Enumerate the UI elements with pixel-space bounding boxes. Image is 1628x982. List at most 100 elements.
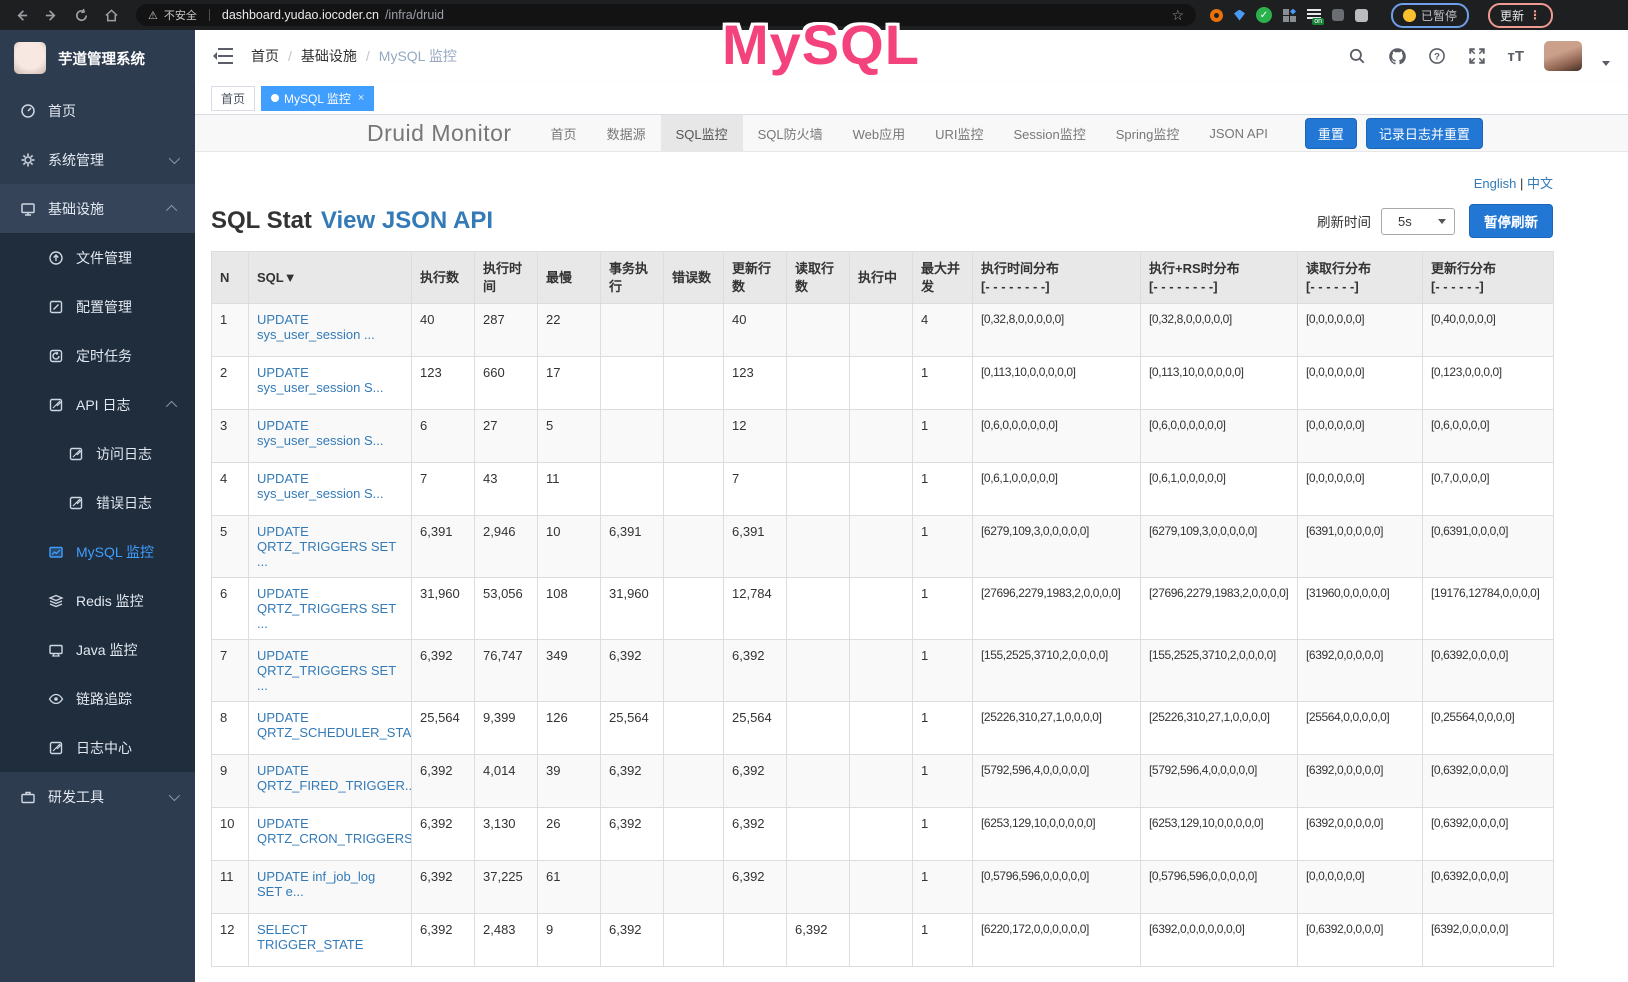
druid-nav-home[interactable]: 首页	[536, 115, 592, 151]
column-header-14[interactable]: 更新行分布[- - - - - -]	[1423, 252, 1554, 304]
druid-nav-datasource[interactable]: 数据源	[592, 115, 661, 151]
column-header-12[interactable]: 执行+RS时分布[- - - - - - - -]	[1141, 252, 1298, 304]
cell-dist_upd: [0,7,0,0,0,0]	[1423, 463, 1554, 516]
sidebar-item-mysql-monitor[interactable]: MySQL 监控	[0, 527, 195, 576]
reload-icon[interactable]	[68, 4, 94, 26]
extension-gem-icon[interactable]	[1234, 10, 1245, 21]
cell-read	[787, 755, 850, 808]
sidebar-item-label: 配置管理	[76, 297, 132, 317]
search-icon[interactable]	[1347, 46, 1367, 66]
druid-nav-sql-monitor[interactable]: SQL监控	[661, 115, 743, 151]
sql-link[interactable]: UPDATE QRTZ_FIRED_TRIGGER...	[257, 763, 412, 793]
sql-link[interactable]: UPDATE QRTZ_SCHEDULER_STA...	[257, 710, 412, 740]
druid-nav-sql-firewall[interactable]: SQL防火墙	[743, 115, 838, 151]
column-header-10[interactable]: 最大并发	[913, 252, 973, 304]
lang-english-link[interactable]: English	[1474, 176, 1517, 191]
chrome-update-button[interactable]: 更新 ⋮	[1488, 3, 1553, 28]
lang-chinese-link[interactable]: 中文	[1527, 176, 1553, 191]
druid-brand[interactable]: Druid Monitor	[367, 120, 512, 147]
cell-read	[787, 861, 850, 914]
extension-grid-icon[interactable]	[1283, 9, 1296, 22]
header-label: 最大并发	[921, 261, 960, 294]
sidebar-item-dev-tools[interactable]: 研发工具	[0, 772, 195, 821]
user-menu-caret-icon[interactable]	[1602, 61, 1610, 66]
sidebar-item-scheduled-tasks[interactable]: 定时任务	[0, 331, 195, 380]
sidebar-item-file-management[interactable]: 文件管理	[0, 233, 195, 282]
sidebar-item-trace[interactable]: 链路追踪	[0, 674, 195, 723]
paused-extension-pill[interactable]: 已暂停	[1391, 3, 1469, 28]
sidebar-item-error-log[interactable]: 错误日志	[0, 478, 195, 527]
sql-link[interactable]: UPDATE QRTZ_TRIGGERS SET ...	[257, 586, 396, 631]
sidebar-item-log-center[interactable]: 日志中心	[0, 723, 195, 772]
column-header-5[interactable]: 事务执行	[601, 252, 664, 304]
user-avatar[interactable]	[1544, 41, 1582, 71]
cell-running	[850, 914, 913, 967]
chrome-menu-icon[interactable]: ⋮	[1529, 8, 1541, 22]
sidebar-item-home[interactable]: 首页	[0, 86, 195, 135]
back-icon[interactable]	[8, 4, 34, 26]
sidebar-item-label: 研发工具	[48, 787, 104, 807]
sql-link[interactable]: UPDATE sys_user_session S...	[257, 418, 383, 448]
close-tab-icon[interactable]: ×	[358, 92, 364, 104]
column-header-13[interactable]: 读取行分布[- - - - - -]	[1298, 252, 1423, 304]
sidebar-item-system-management[interactable]: 系统管理	[0, 135, 195, 184]
extensions-puzzle-icon[interactable]	[1355, 9, 1368, 22]
extension-orange-ring-icon[interactable]	[1210, 9, 1223, 22]
druid-nav-uri-monitor[interactable]: URI监控	[920, 115, 998, 151]
breadcrumb-item-0[interactable]: 首页	[251, 46, 279, 66]
help-icon[interactable]: ?	[1427, 46, 1447, 66]
column-header-11[interactable]: 执行时间分布[- - - - - - - -]	[973, 252, 1141, 304]
bookmark-star-icon[interactable]: ☆	[1171, 7, 1184, 24]
sidebar-item-java-monitor[interactable]: Java 监控	[0, 625, 195, 674]
log-and-reset-button[interactable]: 记录日志并重置	[1366, 118, 1483, 149]
sql-link[interactable]: UPDATE inf_job_log SET e...	[257, 869, 375, 899]
column-header-7[interactable]: 更新行数	[724, 252, 787, 304]
view-json-api-link[interactable]: View JSON API	[321, 207, 493, 235]
sidebar-item-redis-monitor[interactable]: Redis 监控	[0, 576, 195, 625]
sql-link[interactable]: UPDATE sys_user_session ...	[257, 312, 375, 342]
extension-check-icon[interactable]: ✓	[1256, 7, 1272, 23]
address-bar[interactable]: ⚠ 不安全 dashboard.yudao.iocoder.cn /infra/…	[136, 4, 1196, 26]
breadcrumb-item-1[interactable]: 基础设施	[301, 46, 357, 66]
sql-link[interactable]: UPDATE QRTZ_TRIGGERS SET ...	[257, 648, 396, 693]
sql-link[interactable]: UPDATE sys_user_session S...	[257, 365, 383, 395]
extension-list-icon[interactable]: on	[1307, 9, 1321, 21]
forward-icon[interactable]	[38, 4, 64, 26]
cell-exec: 6,392	[412, 861, 475, 914]
column-header-2[interactable]: 执行数	[412, 252, 475, 304]
refresh-interval-select[interactable]: 5s	[1381, 208, 1455, 235]
druid-nav-session-monitor[interactable]: Session监控	[999, 115, 1101, 151]
sidebar-item-infrastructure[interactable]: 基础设施	[0, 184, 195, 233]
reset-button[interactable]: 重置	[1305, 118, 1357, 149]
home-icon[interactable]	[98, 4, 124, 26]
tab-label: MySQL 监控	[284, 90, 351, 107]
cell-n: 9	[212, 755, 249, 808]
cell-err	[664, 578, 724, 640]
column-header-6[interactable]: 错误数	[664, 252, 724, 304]
tab-mysql-monitor[interactable]: MySQL 监控 ×	[261, 86, 374, 111]
column-header-3[interactable]: 执行时间	[475, 252, 538, 304]
sidebar-logo[interactable]: 芋道管理系统	[0, 30, 195, 86]
tab-home[interactable]: 首页	[211, 86, 255, 111]
sidebar-item-api-logs[interactable]: API 日志	[0, 380, 195, 429]
pause-refresh-button[interactable]: 暂停刷新	[1469, 204, 1553, 238]
extension-misc-icon[interactable]	[1332, 9, 1344, 21]
column-header-0[interactable]: N	[212, 252, 249, 304]
column-header-4[interactable]: 最慢	[538, 252, 601, 304]
hamburger-icon[interactable]	[213, 48, 233, 65]
column-header-8[interactable]: 读取行数	[787, 252, 850, 304]
column-header-1[interactable]: SQL▼	[249, 252, 412, 304]
sql-link[interactable]: SELECT TRIGGER_STATE	[257, 922, 363, 952]
github-icon[interactable]	[1387, 46, 1407, 66]
fullscreen-icon[interactable]	[1467, 46, 1487, 66]
sql-link[interactable]: UPDATE sys_user_session S...	[257, 471, 383, 501]
column-header-9[interactable]: 执行中	[850, 252, 913, 304]
sidebar-item-access-log[interactable]: 访问日志	[0, 429, 195, 478]
sidebar-item-config-management[interactable]: 配置管理	[0, 282, 195, 331]
druid-nav-web-app[interactable]: Web应用	[838, 115, 921, 151]
font-size-icon[interactable]: тT	[1507, 48, 1524, 65]
druid-nav-spring-monitor[interactable]: Spring监控	[1101, 115, 1195, 151]
sql-link[interactable]: UPDATE QRTZ_TRIGGERS SET ...	[257, 524, 396, 569]
sql-link[interactable]: UPDATE QRTZ_CRON_TRIGGERS...	[257, 816, 412, 846]
druid-nav-json-api[interactable]: JSON API	[1194, 115, 1283, 151]
